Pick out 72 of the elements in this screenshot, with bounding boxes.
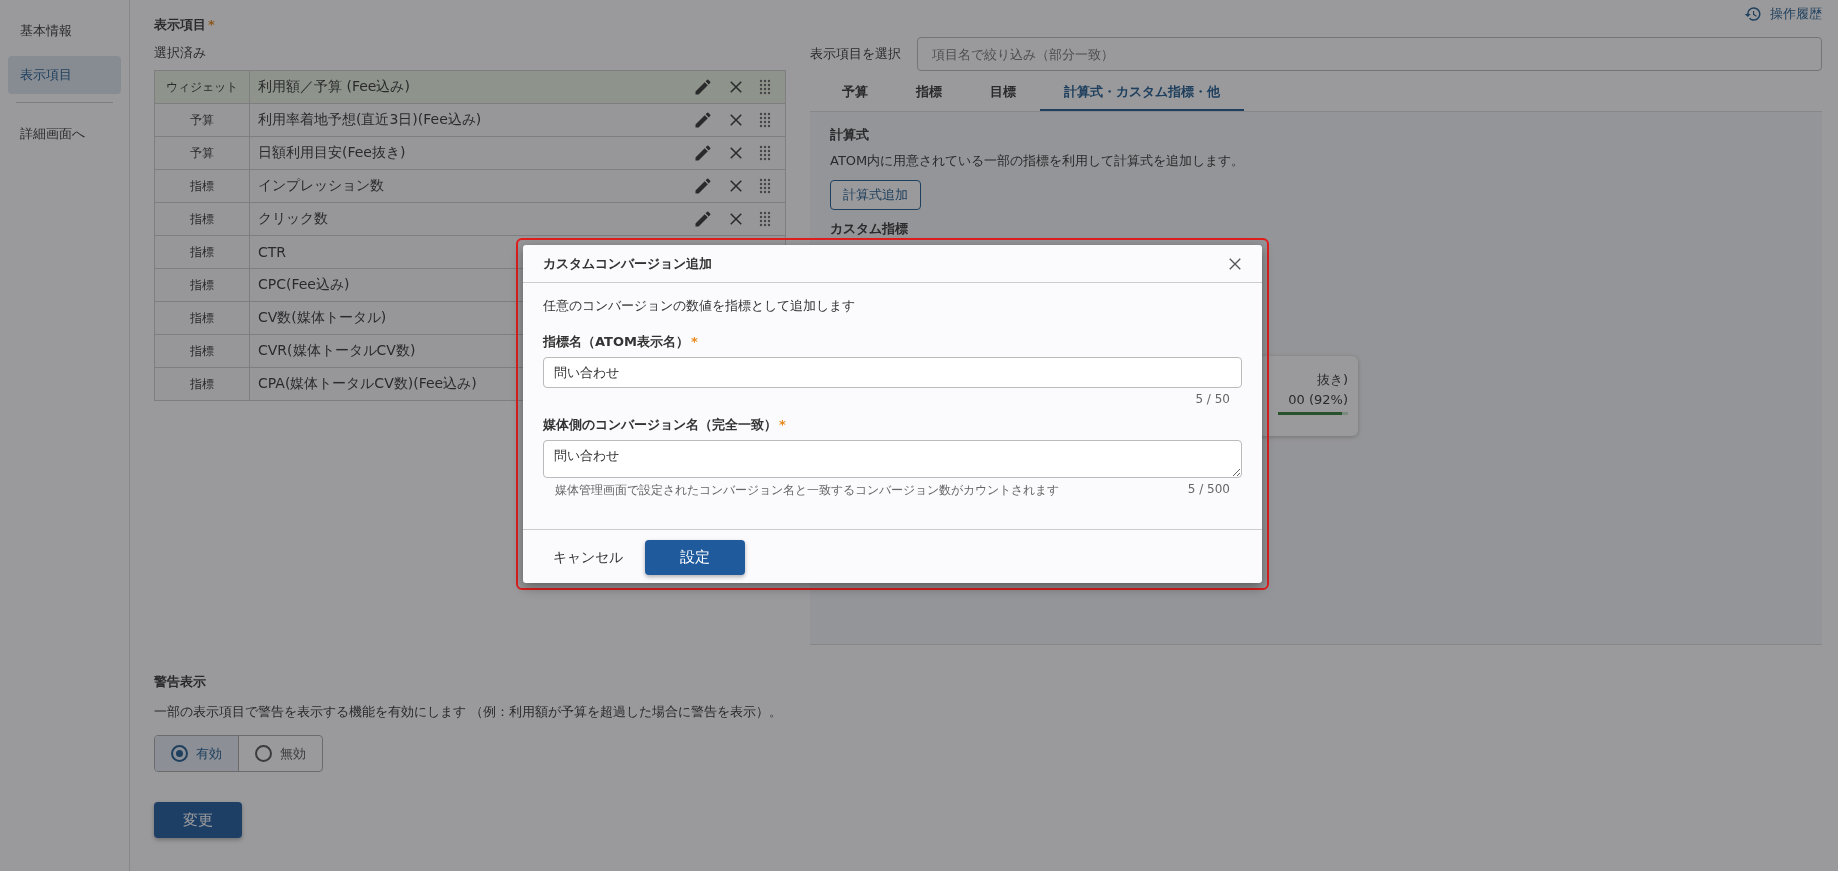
drag-handle-icon[interactable] — [759, 79, 771, 95]
field-hint: 媒体管理画面で設定されたコンバージョン名と一致するコンバージョン数がカウントされます — [555, 482, 1059, 499]
drag-handle-icon[interactable] — [759, 112, 771, 128]
required-mark: * — [208, 17, 215, 32]
edit-icon[interactable] — [693, 209, 713, 229]
close-icon[interactable] — [727, 111, 745, 129]
name-cell-text: CPC(Fee込み) — [257, 276, 350, 294]
confirm-button[interactable]: 設定 — [645, 540, 745, 575]
name-cell-text: 利用額／予算 (Fee込み) — [257, 78, 410, 96]
sidebar-item[interactable]: 表示項目 — [8, 56, 121, 94]
name-cell-text: CVR(媒体トータルCV数) — [257, 342, 416, 360]
formula-title: 計算式 — [830, 126, 870, 144]
type-cell: 指標 — [155, 302, 250, 334]
type-cell: 指標 — [155, 236, 250, 268]
drag-handle-icon[interactable] — [759, 211, 771, 227]
field-label: 指標名（ATOM表示名） — [543, 334, 689, 349]
edit-icon[interactable] — [693, 110, 713, 130]
name-cell-text: CTR — [257, 244, 287, 260]
drag-handle-icon[interactable] — [759, 145, 771, 161]
progress-bar — [1278, 412, 1348, 415]
character-counter: 5 / 500 — [1187, 482, 1230, 498]
name-cell-text: インプレッション数 — [257, 177, 384, 195]
drag-handle-icon[interactable] — [759, 178, 771, 194]
history-icon — [1744, 5, 1762, 23]
type-cell: 指標 — [155, 203, 250, 235]
submit-button[interactable]: 変更 — [154, 802, 242, 838]
type-cell: 予算 — [155, 137, 250, 169]
field-label: 媒体側のコンバージョン名（完全一致） — [543, 417, 777, 432]
radio-option[interactable]: 無効 — [239, 736, 322, 771]
section-title: 表示項目 — [154, 17, 206, 32]
name-cell-text: CV数(媒体トータル) — [257, 309, 387, 327]
section-subtitle: 選択済み — [154, 44, 207, 62]
history-link[interactable]: 操作履歴 — [1744, 5, 1822, 23]
add-formula-button[interactable]: 計算式追加 — [830, 180, 921, 210]
required-mark: * — [779, 417, 786, 432]
type-cell: 予算 — [155, 104, 250, 136]
name-cell-text: 日額利用目安(Fee抜き) — [257, 144, 406, 162]
dialog-description: 任意のコンバージョンの数値を指標として追加します — [543, 297, 856, 315]
close-icon[interactable] — [727, 144, 745, 162]
warning-description: 一部の表示項目で警告を表示する機能を有効にします （例：利用額が予算を超過した場合に警告を表示）。 — [154, 703, 784, 721]
edit-icon[interactable] — [693, 143, 713, 163]
character-counter: 5 / 50 — [1195, 392, 1230, 406]
cancel-button[interactable]: キャンセル — [553, 540, 623, 575]
close-icon[interactable] — [727, 210, 745, 228]
name-cell-text: 利用率着地予想(直近3日)(Fee込み) — [257, 111, 482, 129]
required-mark: * — [690, 334, 698, 349]
picker-label: 表示項目を選択 — [810, 45, 901, 63]
dialog-title: カスタムコンバージョン追加 — [543, 254, 712, 273]
formula-description: ATOM内に用意されている一部の指標を利用して計算式を追加します。 — [830, 152, 1246, 170]
type-cell: ウィジェット — [155, 71, 250, 103]
custom-metric-title: カスタム指標 — [830, 220, 908, 238]
name-cell-text: クリック数 — [257, 210, 328, 228]
radio-option[interactable]: 有効 — [155, 736, 239, 771]
type-cell: 指標 — [155, 368, 250, 400]
name-cell-text: CPA(媒体トータルCV数)(Fee込み) — [257, 375, 477, 393]
close-icon[interactable] — [727, 78, 745, 96]
text-area[interactable]: 問い合わせ — [543, 440, 1242, 478]
tab[interactable]: 目標 — [966, 75, 1040, 111]
tab[interactable]: 予算 — [818, 75, 892, 111]
sidebar-item[interactable]: 基本情報 — [8, 14, 121, 48]
type-cell: 指標 — [155, 170, 250, 202]
close-icon[interactable] — [727, 177, 745, 195]
detail-link[interactable]: 詳細画面へ — [8, 117, 121, 151]
input-field[interactable]: 問い合わせ — [543, 357, 1242, 388]
card-value: 00 (92%) — [1288, 391, 1348, 409]
edit-icon[interactable] — [693, 176, 713, 196]
edit-icon[interactable] — [693, 77, 713, 97]
type-cell: 指標 — [155, 335, 250, 367]
card-label: 抜き) — [1316, 371, 1348, 389]
type-cell: 指標 — [155, 269, 250, 301]
tab[interactable]: 指標 — [892, 75, 966, 111]
warning-title: 警告表示 — [154, 673, 207, 691]
